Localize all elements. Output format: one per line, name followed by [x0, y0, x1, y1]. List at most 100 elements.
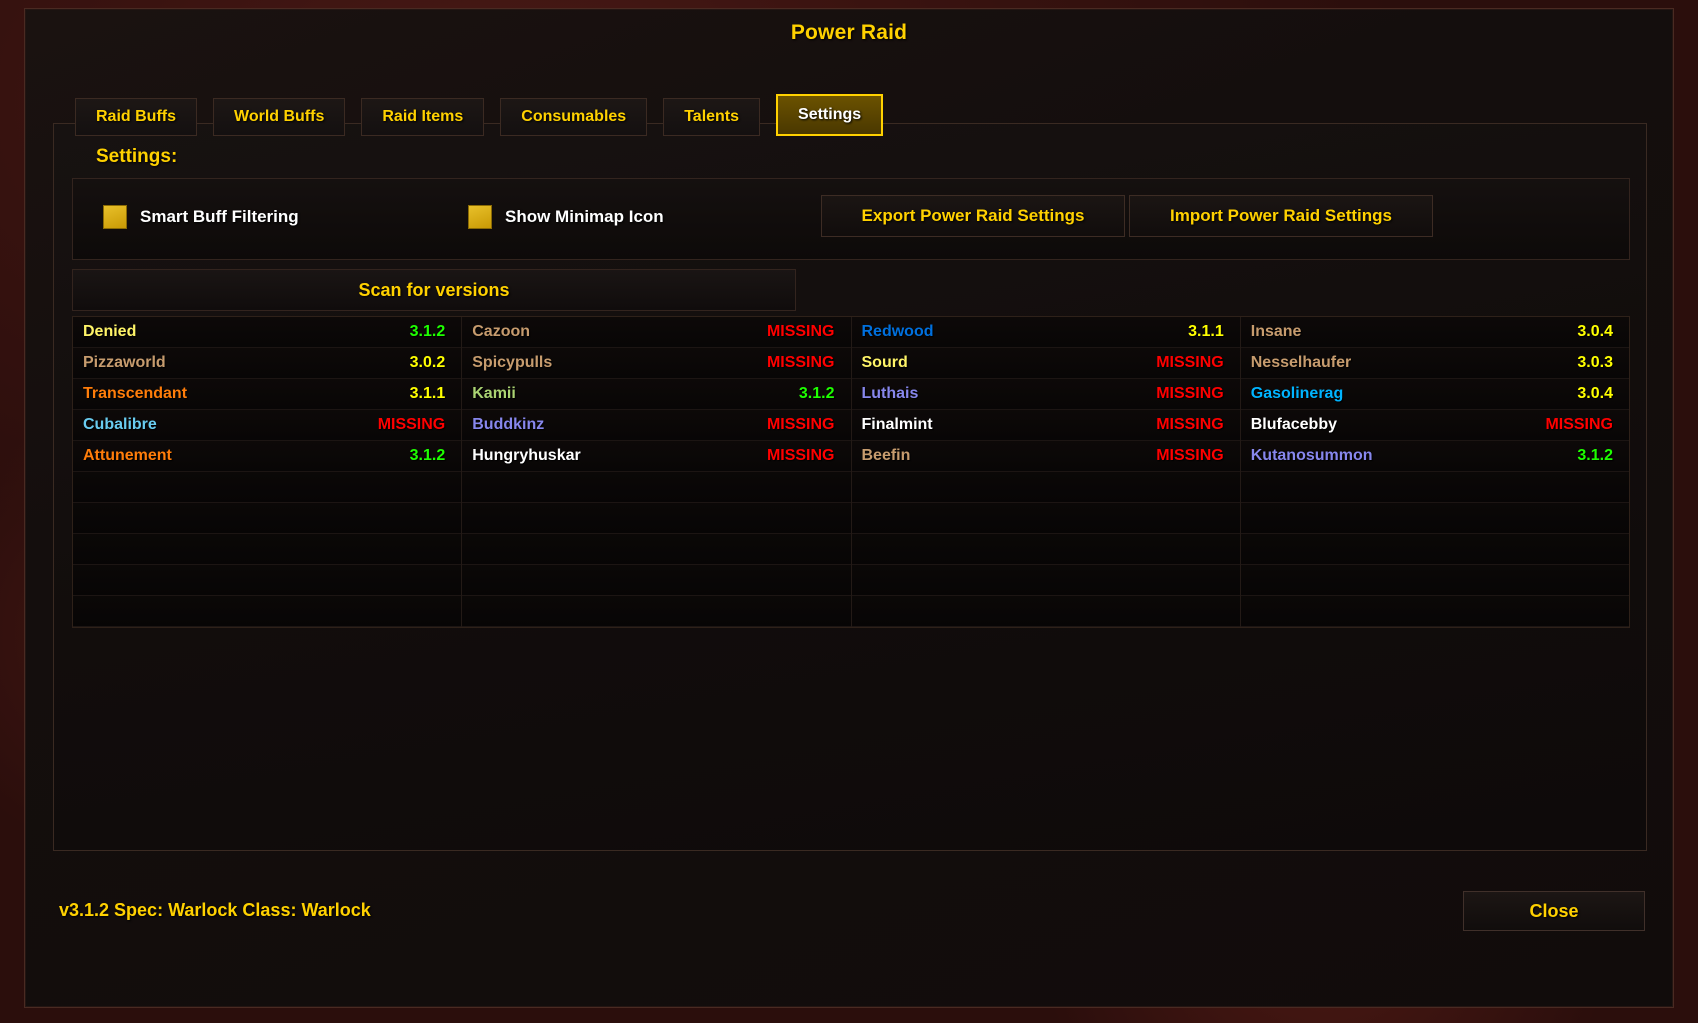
player-name: Denied — [83, 323, 137, 340]
player-name: Gasolinerag — [1250, 385, 1344, 402]
player-name: Redwood — [861, 323, 934, 340]
table-row[interactable]: Sourd MISSING — [851, 348, 1240, 379]
table-row[interactable]: Cazoon MISSING — [462, 317, 851, 348]
addon-version: MISSING — [1156, 447, 1224, 464]
table-row-empty — [73, 534, 462, 565]
table-row-empty — [462, 596, 851, 627]
export-settings-button[interactable]: Export Power Raid Settings — [821, 195, 1125, 237]
settings-heading: Settings: — [96, 146, 178, 167]
addon-version: 3.0.4 — [1577, 323, 1613, 340]
player-name: Cazoon — [472, 323, 531, 340]
table-row-empty — [1240, 534, 1629, 565]
version-scan-table: Denied 3.1.2 Pizzaworld 3.0.2 Transcendant 3.… — [72, 316, 1630, 628]
tab-raid-buffs[interactable]: Raid Buffs — [75, 98, 197, 136]
player-name: Spicypulls — [472, 354, 553, 371]
table-row[interactable]: Beefin MISSING — [851, 441, 1240, 472]
table-row-empty — [851, 503, 1240, 534]
version-table-column: Redwood 3.1.1 Sourd MISSING Luthais MISSING Fi… — [851, 317, 1241, 627]
table-row-empty — [1240, 472, 1629, 503]
tab-raid-items[interactable]: Raid Items — [361, 98, 485, 136]
table-row-empty — [73, 565, 462, 596]
table-row[interactable]: Hungryhuskar MISSING — [462, 441, 851, 472]
version-table-column: Denied 3.1.2 Pizzaworld 3.0.2 Transcendant 3.… — [73, 317, 463, 627]
addon-version: 3.1.2 — [798, 385, 835, 402]
settings-options-box: Smart Buff Filtering Show Minimap Icon E… — [72, 178, 1630, 260]
table-row[interactable]: Cubalibre MISSING — [73, 410, 462, 441]
tab-settings[interactable]: Settings — [776, 94, 884, 136]
player-name: Kamii — [472, 385, 516, 402]
table-row-empty — [1240, 565, 1629, 596]
player-name: Hungryhuskar — [472, 447, 581, 464]
addon-version: 3.0.2 — [409, 354, 446, 371]
checkbox-smart-buff-filtering-label: Smart Buff Filtering — [140, 207, 299, 226]
table-row[interactable]: Buddkinz MISSING — [462, 410, 851, 441]
tab-consumables[interactable]: Consumables — [500, 98, 648, 136]
import-settings-button[interactable]: Import Power Raid Settings — [1129, 195, 1433, 237]
status-bar-text: v3.1.2 Spec: Warlock Class: Warlock — [59, 900, 371, 920]
version-table-column: Cazoon MISSING Spicypulls MISSING Kamii 3.1.2… — [462, 317, 852, 627]
player-name: Blufacebby — [1250, 416, 1337, 433]
addon-version: MISSING — [377, 416, 446, 433]
table-row[interactable]: Spicypulls MISSING — [462, 348, 851, 379]
player-name: Beefin — [861, 447, 911, 464]
table-row[interactable]: Kutanosummon 3.1.2 — [1240, 441, 1629, 472]
table-row-empty — [73, 596, 462, 627]
table-row[interactable]: Nesselhaufer 3.0.3 — [1240, 348, 1629, 379]
player-name: Nesselhaufer — [1250, 354, 1352, 371]
window-title-bar: Power Raid — [25, 9, 1673, 57]
checkbox-show-minimap-icon-label: Show Minimap Icon — [505, 207, 664, 226]
player-name: Insane — [1250, 323, 1302, 340]
table-row-empty — [462, 565, 851, 596]
player-name: Cubalibre — [83, 416, 157, 433]
checkbox-smart-buff-filtering[interactable]: Smart Buff Filtering — [103, 205, 299, 229]
table-row[interactable]: Transcendant 3.1.1 — [73, 379, 462, 410]
table-row[interactable]: Redwood 3.1.1 — [851, 317, 1240, 348]
table-row[interactable]: Luthais MISSING — [851, 379, 1240, 410]
table-row[interactable]: Insane 3.0.4 — [1240, 317, 1629, 348]
tab-strip: Raid Buffs World Buffs Raid Items Consum… — [75, 94, 884, 136]
table-row-empty — [851, 534, 1240, 565]
tab-world-buffs[interactable]: World Buffs — [213, 98, 346, 136]
table-row[interactable]: Attunement 3.1.2 — [73, 441, 462, 472]
addon-version: MISSING — [766, 323, 835, 340]
table-row-empty — [851, 472, 1240, 503]
table-row-empty — [462, 534, 851, 565]
player-name: Kutanosummon — [1250, 447, 1373, 464]
power-raid-window: Power Raid Raid Buffs World Buffs Raid I… — [24, 8, 1674, 1008]
table-row[interactable]: Pizzaworld 3.0.2 — [73, 348, 462, 379]
player-name: Transcendant — [83, 385, 188, 402]
table-row[interactable]: Gasolinerag 3.0.4 — [1240, 379, 1629, 410]
table-row-empty — [1240, 596, 1629, 627]
table-row-empty — [851, 565, 1240, 596]
addon-version: 3.1.2 — [409, 323, 446, 340]
table-row[interactable]: Kamii 3.1.2 — [462, 379, 851, 410]
player-name: Buddkinz — [472, 416, 545, 433]
player-name: Pizzaworld — [83, 354, 166, 371]
version-table-column: Insane 3.0.4 Nesselhaufer 3.0.3 Gasolinerag 3… — [1240, 317, 1629, 627]
settings-panel: Settings: Smart Buff Filtering Show Mini… — [53, 123, 1647, 851]
addon-version: 3.0.3 — [1577, 354, 1613, 371]
addon-version: 3.1.2 — [409, 447, 446, 464]
table-row-empty — [851, 596, 1240, 627]
player-name: Sourd — [861, 354, 908, 371]
table-row[interactable]: Blufacebby MISSING — [1240, 410, 1629, 441]
checkbox-show-minimap-icon[interactable]: Show Minimap Icon — [468, 205, 664, 229]
tab-talents[interactable]: Talents — [663, 98, 761, 136]
addon-version: 3.1.2 — [1577, 447, 1613, 464]
player-name: Luthais — [861, 385, 919, 402]
player-name: Finalmint — [861, 416, 933, 433]
addon-version: 3.1.1 — [1188, 323, 1224, 340]
addon-version: 3.0.4 — [1577, 385, 1613, 402]
table-row-empty — [73, 503, 462, 534]
addon-version: MISSING — [766, 416, 835, 433]
table-row-empty — [73, 472, 462, 503]
table-row[interactable]: Finalmint MISSING — [851, 410, 1240, 441]
scan-for-versions-button[interactable]: Scan for versions — [72, 269, 796, 311]
addon-version: MISSING — [766, 447, 835, 464]
addon-version: MISSING — [1545, 416, 1613, 433]
addon-version: 3.1.1 — [409, 385, 446, 402]
close-button[interactable]: Close — [1463, 891, 1645, 931]
table-row[interactable]: Denied 3.1.2 — [73, 317, 462, 348]
desktop-backdrop: Power Raid Raid Buffs World Buffs Raid I… — [0, 0, 1698, 1023]
addon-version: MISSING — [1156, 354, 1224, 371]
